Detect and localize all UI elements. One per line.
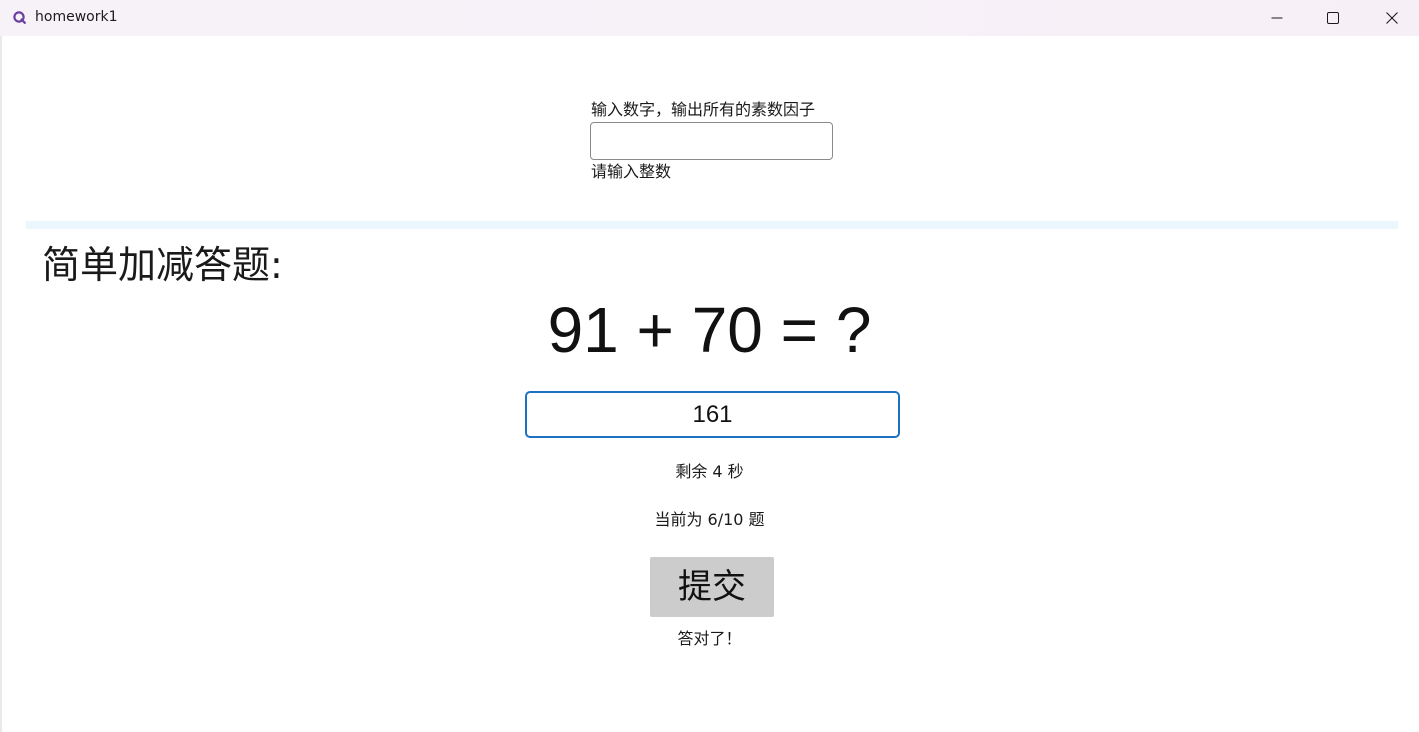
section-divider — [26, 221, 1398, 229]
prime-hint-text: 请输入整数 — [591, 162, 672, 181]
prime-number-input[interactable] — [590, 122, 833, 160]
close-button[interactable] — [1363, 0, 1419, 36]
prime-factor-label: 输入数字，输出所有的素数因子 — [591, 100, 816, 119]
window-title: homework1 — [35, 9, 118, 25]
question-progress: 当前为 6/10 题 — [654, 510, 765, 529]
app-logo-icon — [13, 11, 26, 24]
answer-input[interactable] — [525, 391, 900, 438]
result-message: 答对了！ — [677, 629, 742, 648]
maximize-icon — [1327, 12, 1339, 24]
submit-button[interactable]: 提交 — [650, 557, 774, 617]
countdown-timer: 剩余 4 秒 — [675, 462, 744, 481]
quiz-equation: 91 + 70 = ? — [547, 294, 872, 366]
title-bar[interactable]: homework1 — [0, 0, 1419, 36]
maximize-button[interactable] — [1304, 0, 1362, 36]
close-icon — [1386, 12, 1398, 24]
minimize-icon — [1271, 17, 1283, 19]
minimize-button[interactable] — [1248, 0, 1306, 36]
quiz-title: 简单加减答题: — [42, 243, 283, 287]
app-window: homework1 输入数字，输出所有的素数因子 请输入整数 简单加减答题: 9… — [0, 0, 1419, 732]
